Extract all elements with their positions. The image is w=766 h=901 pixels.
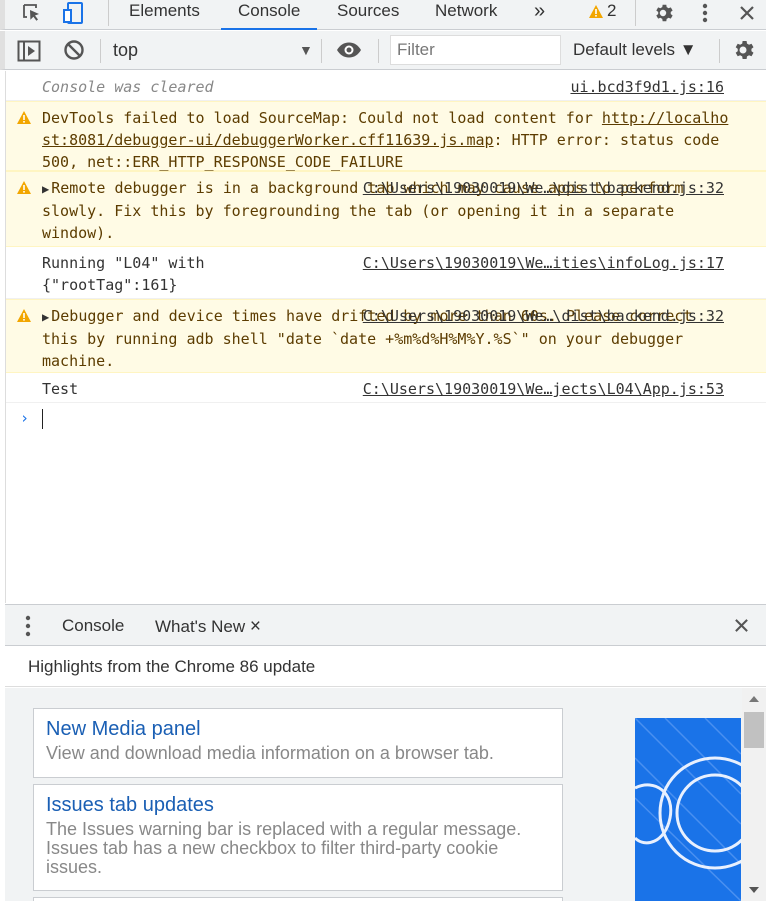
- card-title[interactable]: New Media panel: [46, 717, 550, 741]
- console-message: C:\Users\19030019\We…jects\L04\App.js:53…: [6, 373, 766, 403]
- scroll-up-icon[interactable]: [748, 695, 760, 703]
- message-text: DevTools failed to load SourceMap: Could…: [42, 109, 602, 127]
- console-settings-gear-icon[interactable]: [731, 38, 755, 67]
- feature-card[interactable]: Issues tab updates The Issues warning ba…: [33, 784, 563, 891]
- warnings-counter[interactable]: 2: [588, 0, 616, 22]
- tab-console[interactable]: Console: [221, 0, 318, 30]
- warning-icon: [16, 179, 32, 201]
- tab-network[interactable]: Network: [433, 0, 499, 30]
- scroll-down-icon[interactable]: [748, 886, 760, 894]
- whats-new-panel: New Media panel View and download media …: [5, 688, 766, 901]
- live-expression-eye-icon[interactable]: [336, 41, 362, 64]
- card-description: View and download media information on a…: [46, 743, 494, 763]
- filter-input[interactable]: [390, 35, 561, 65]
- divider: [378, 39, 379, 63]
- device-toolbar-icon[interactable]: [61, 0, 89, 26]
- scrollbar-thumb[interactable]: [744, 712, 764, 748]
- feature-card[interactable]: [33, 897, 563, 901]
- message-text: Running "L04" with {"rootTag":161}: [42, 254, 214, 294]
- source-link[interactable]: C:\Users\19030019\We…ities\infoLog.js:17: [363, 252, 724, 274]
- drawer-tab-whats-new[interactable]: What's New ×: [155, 616, 261, 649]
- tab-sources[interactable]: Sources: [335, 0, 401, 30]
- warning-icon: [16, 307, 32, 329]
- context-selector[interactable]: top: [113, 40, 138, 61]
- tab-label: What's New: [155, 617, 246, 636]
- divider: [108, 0, 109, 26]
- clear-console-icon[interactable]: [63, 39, 85, 66]
- console-warning: DevTools failed to load SourceMap: Could…: [6, 101, 766, 171]
- divider: [719, 39, 720, 63]
- chrome-update-illustration: [635, 718, 741, 901]
- devtools-tab-bar: Elements Console Sources Network » 2: [0, 0, 766, 30]
- expand-triangle-icon[interactable]: ▶: [42, 182, 49, 196]
- drawer-tab-console[interactable]: Console: [62, 616, 124, 636]
- console-messages[interactable]: Console was cleared ui.bcd3f9d1.js:16 De…: [5, 71, 766, 603]
- warning-count: 2: [607, 1, 617, 20]
- divider: [635, 0, 636, 26]
- source-link[interactable]: ui.bcd3f9d1.js:16: [570, 76, 724, 98]
- card-title[interactable]: Issues tab updates: [46, 793, 550, 817]
- card-description: The Issues warning bar is replaced with …: [46, 819, 522, 877]
- source-link[interactable]: C:\Users\19030019\We…\dist\backend.js:32: [363, 177, 724, 199]
- divider: [321, 39, 322, 63]
- expand-triangle-icon[interactable]: ▶: [42, 310, 49, 324]
- kebab-menu-icon[interactable]: [693, 0, 717, 26]
- more-tabs-button[interactable]: »: [532, 0, 547, 30]
- inspect-element-icon[interactable]: [19, 0, 47, 26]
- tab-elements[interactable]: Elements: [127, 0, 202, 30]
- warning-icon: [16, 109, 32, 131]
- highlights-heading: Highlights from the Chrome 86 update: [5, 646, 766, 687]
- message-text: Console was cleared: [42, 78, 214, 96]
- message-text: Test: [42, 380, 79, 398]
- console-message: Console was cleared ui.bcd3f9d1.js:16: [6, 71, 766, 101]
- drawer-menu-icon[interactable]: [25, 615, 31, 642]
- close-tab-icon[interactable]: ×: [250, 616, 261, 637]
- source-link[interactable]: C:\Users\19030019\We…jects\L04\App.js:53: [363, 378, 724, 400]
- context-dropdown-arrow-icon[interactable]: ▼: [299, 42, 313, 58]
- feature-card[interactable]: New Media panel View and download media …: [33, 708, 563, 778]
- settings-gear-icon[interactable]: [650, 0, 676, 26]
- console-warning: C:\Users\19030019\We…\dist\backend.js:32…: [6, 299, 766, 373]
- divider: [100, 39, 101, 63]
- console-message: C:\Users\19030019\We…ities\infoLog.js:17…: [6, 247, 766, 299]
- drawer-scrollbar[interactable]: [742, 688, 766, 901]
- console-warning: C:\Users\19030019\We…\dist\backend.js:32…: [6, 171, 766, 247]
- drawer-tab-bar: Console What's New ×: [5, 604, 766, 649]
- close-drawer-icon[interactable]: [734, 618, 749, 638]
- source-link[interactable]: C:\Users\19030019\We…\dist\backend.js:32: [363, 305, 724, 327]
- console-toolbar: top ▼ Default levels ▼: [0, 31, 766, 70]
- sidebar-toggle-icon[interactable]: [17, 40, 41, 67]
- close-icon[interactable]: [734, 0, 760, 26]
- console-input-caret[interactable]: [42, 409, 43, 429]
- log-levels-dropdown[interactable]: Default levels ▼: [573, 40, 697, 60]
- warning-icon: [589, 4, 603, 18]
- console-prompt-icon: ›: [20, 409, 30, 427]
